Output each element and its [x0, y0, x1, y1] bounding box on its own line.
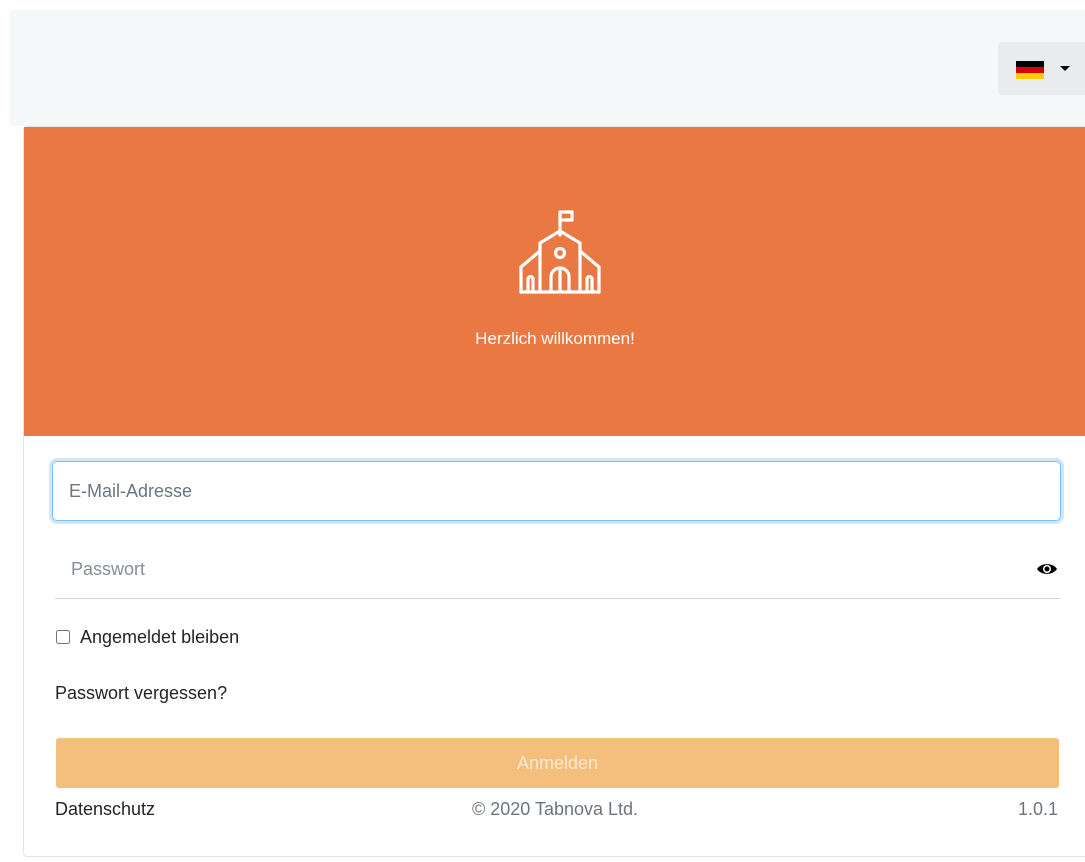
version-text: 1.0.1	[1017, 799, 1058, 819]
login-card-header: Herzlich willkommen!	[24, 127, 1085, 436]
top-bar	[10, 10, 1085, 126]
login-button[interactable]: Anmelden	[56, 738, 1059, 788]
school-building-icon	[519, 210, 601, 294]
welcome-heading: Herzlich willkommen!	[475, 329, 635, 348]
caret-down-icon	[1060, 66, 1070, 71]
forgot-password-link[interactable]: Passwort vergessen?	[55, 683, 227, 704]
login-card: Herzlich willkommen! Angemeldet bleiben …	[23, 126, 1085, 857]
remember-me-checkbox[interactable]	[56, 630, 70, 644]
eye-icon[interactable]	[1036, 561, 1058, 577]
remember-me-label[interactable]: Angemeldet bleiben	[80, 627, 239, 648]
germany-flag-icon	[1016, 61, 1044, 79]
password-input[interactable]	[55, 541, 1015, 597]
email-input[interactable]	[52, 461, 1061, 521]
language-dropdown-toggle[interactable]	[998, 42, 1085, 95]
remember-me: Angemeldet bleiben	[56, 625, 239, 649]
password-field	[55, 541, 1060, 599]
copyright-text: © 2020 Tabnova Ltd.	[471, 799, 639, 819]
